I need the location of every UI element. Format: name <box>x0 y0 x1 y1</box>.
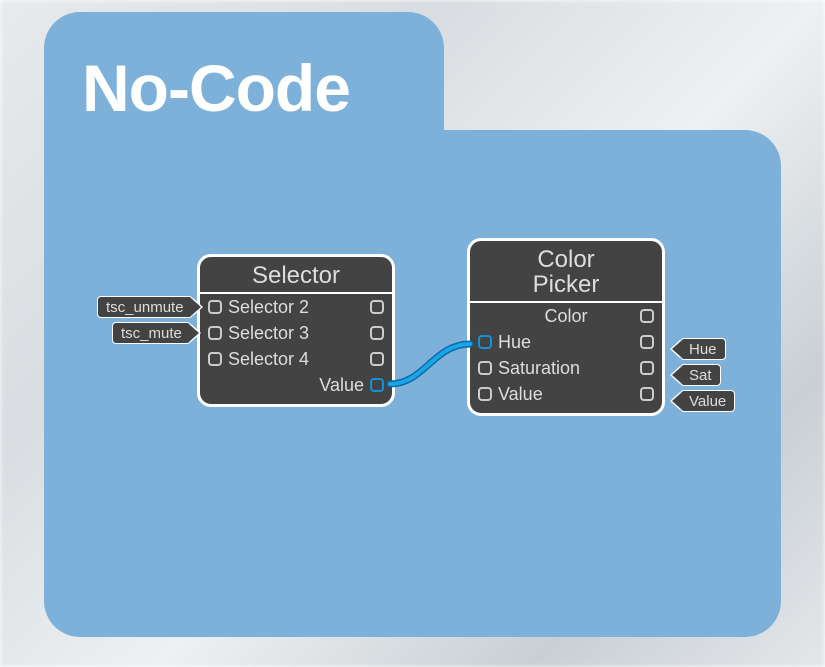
node-color-picker[interactable]: Color Picker Color Hue Saturation Value <box>467 238 665 416</box>
row-label: Value <box>228 375 364 396</box>
row-label: Selector 2 <box>228 297 364 318</box>
no-code-panel: No-Code Selector Selector 2 Selector 3 S… <box>44 12 781 637</box>
node-selector-row-0: Selector 2 <box>200 294 392 320</box>
row-label: Selector 3 <box>228 323 364 344</box>
port-out-icon[interactable] <box>640 387 654 401</box>
node-color-picker-row-2: Saturation <box>470 355 662 381</box>
port-out-icon[interactable] <box>370 300 384 314</box>
row-label: Selector 4 <box>228 349 364 370</box>
tag-sat[interactable]: Sat <box>680 364 721 386</box>
node-selector-row-2: Selector 4 <box>200 346 392 372</box>
port-out-icon[interactable] <box>640 335 654 349</box>
node-color-picker-row-3: Value <box>470 381 662 413</box>
tag-tsc-unmute[interactable]: tsc_unmute <box>97 296 193 318</box>
row-label: Color <box>498 306 634 327</box>
port-out-icon[interactable] <box>640 361 654 375</box>
port-in-icon[interactable] <box>478 361 492 375</box>
tag-tsc-mute[interactable]: tsc_mute <box>112 322 191 344</box>
row-label: Value <box>498 384 634 405</box>
row-label: Saturation <box>498 358 634 379</box>
tag-value[interactable]: Value <box>680 390 735 412</box>
port-out-icon[interactable] <box>370 352 384 366</box>
port-in-icon[interactable] <box>478 335 492 349</box>
port-in-icon[interactable] <box>478 387 492 401</box>
tag-hue[interactable]: Hue <box>680 338 726 360</box>
node-color-picker-row-0: Color <box>470 303 662 329</box>
panel-title: No-Code <box>82 50 350 126</box>
row-label: Hue <box>498 332 634 353</box>
port-out-icon[interactable] <box>370 378 384 392</box>
node-selector-title: Selector <box>200 257 392 294</box>
port-in-icon[interactable] <box>208 300 222 314</box>
port-in-icon[interactable] <box>208 352 222 366</box>
port-out-icon[interactable] <box>640 309 654 323</box>
port-in-icon[interactable] <box>208 326 222 340</box>
node-selector-row-1: Selector 3 <box>200 320 392 346</box>
node-selector-row-3: Value <box>200 372 392 404</box>
node-color-picker-title: Color Picker <box>470 241 662 303</box>
port-out-icon[interactable] <box>370 326 384 340</box>
node-selector[interactable]: Selector Selector 2 Selector 3 Selector … <box>197 254 395 407</box>
node-color-picker-row-1: Hue <box>470 329 662 355</box>
